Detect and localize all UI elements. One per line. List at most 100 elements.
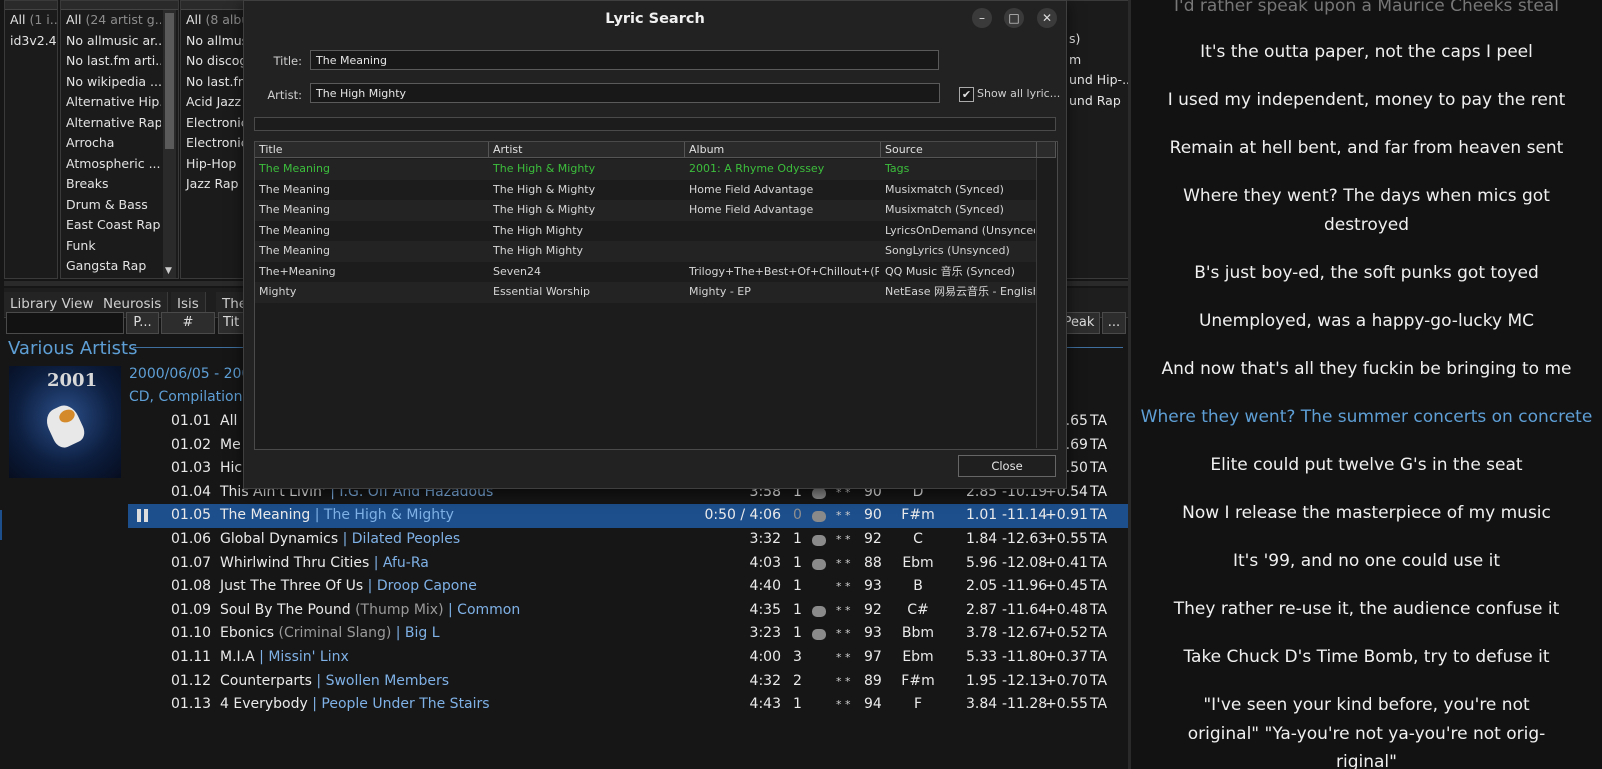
track-row[interactable]: 01.13 4 Everybody | People Under The Stai… bbox=[128, 693, 1128, 717]
album-genre-item[interactable]: Electronic... bbox=[181, 133, 245, 154]
album-genre-item[interactable]: Hip-Hop bbox=[181, 154, 245, 175]
lyric-line[interactable]: Now I release the masterpiece of my musi… bbox=[1131, 499, 1602, 528]
track-artist[interactable]: | Afu-Ra bbox=[374, 555, 429, 571]
album-genre-item[interactable]: No allmus... bbox=[181, 31, 245, 52]
show-all-label[interactable]: Show all lyric... bbox=[977, 87, 1060, 100]
right-filter-header[interactable] bbox=[1064, 1, 1128, 29]
rating-stars[interactable]: * * bbox=[836, 552, 851, 576]
track-row-playing[interactable]: 01.05 The Meaning | The High & Mighty 0:50… bbox=[128, 504, 1128, 528]
album-cover[interactable]: 2001 bbox=[9, 366, 121, 478]
album-genres-header[interactable] bbox=[181, 1, 245, 10]
filter-input[interactable] bbox=[6, 312, 124, 334]
artist-genres-header[interactable] bbox=[61, 1, 178, 10]
lyric-line[interactable]: It's the outta paper, not the caps I pee… bbox=[1131, 38, 1602, 67]
album-genre-item[interactable]: No last.fm... bbox=[181, 72, 245, 93]
id3-item[interactable]: All (1 i... bbox=[5, 10, 57, 31]
result-row[interactable]: The Meaning The High Mighty LyricsOnDemand… bbox=[255, 221, 1036, 242]
lyric-line[interactable]: B's just boy-ed, the soft punks got toye… bbox=[1131, 259, 1602, 288]
result-row[interactable]: The Meaning The High & Mighty Home Field A… bbox=[255, 180, 1036, 201]
column-header-number[interactable]: # bbox=[161, 312, 215, 334]
pause-icon[interactable] bbox=[137, 509, 141, 523]
lyrics-bubble-icon[interactable] bbox=[812, 605, 826, 617]
grid-header-title[interactable]: Title bbox=[255, 142, 489, 158]
artist-input[interactable]: The High Mighty bbox=[310, 83, 940, 103]
album-genre-item[interactable]: All (8 albu... bbox=[181, 10, 245, 31]
lyrics-bubble-icon[interactable] bbox=[812, 487, 826, 499]
right-filter-item[interactable]: und Hip-... bbox=[1064, 70, 1128, 91]
album-genre-item[interactable]: No discog... bbox=[181, 51, 245, 72]
result-row[interactable]: The Meaning The High Mighty SongLyrics (Un… bbox=[255, 241, 1036, 262]
id3-item[interactable]: id3v2.4 bbox=[5, 31, 57, 52]
artist-genre-item[interactable]: Alternative Hip... bbox=[61, 92, 161, 113]
track-artist[interactable]: | Droop Capone bbox=[368, 578, 477, 594]
id3-panel-header[interactable] bbox=[5, 1, 57, 10]
track-row[interactable]: 01.10 Ebonics (Criminal Slang) | Big L 3:2… bbox=[128, 622, 1128, 646]
rating-stars[interactable]: * * bbox=[836, 622, 851, 646]
minimize-icon[interactable]: – bbox=[972, 8, 992, 28]
artist-genre-item[interactable]: Breaks bbox=[61, 174, 161, 195]
track-row[interactable]: 01.11 M.I.A | Missin' Linx 4:00 3 * * 97 Ebm 5.… bbox=[128, 646, 1128, 670]
right-filter-item[interactable]: s) bbox=[1064, 29, 1128, 50]
artist-genre-item[interactable]: No wikipedia ... bbox=[61, 72, 161, 93]
grid-header-source[interactable]: Source bbox=[881, 142, 1037, 158]
rating-stars[interactable]: * * bbox=[836, 670, 851, 694]
rating-stars[interactable]: * * bbox=[836, 528, 851, 552]
artist-genre-item[interactable]: East Coast Rap bbox=[61, 215, 161, 236]
lyric-line[interactable]: Where they went? The days when mics got … bbox=[1131, 182, 1602, 239]
result-row[interactable]: Mighty Essential Worship Mighty - EP NetEas… bbox=[255, 282, 1036, 303]
lyric-line-current[interactable]: Where they went? The summer concerts on … bbox=[1131, 403, 1602, 432]
scroll-down-icon[interactable]: ▼ bbox=[165, 266, 172, 276]
lyrics-bubble-icon[interactable] bbox=[812, 535, 826, 546]
lyric-line[interactable]: It's '99, and no one could use it bbox=[1131, 547, 1602, 576]
grid-header-album[interactable]: Album bbox=[685, 142, 881, 158]
album-genre-item[interactable]: Acid Jazz bbox=[181, 92, 245, 113]
grid-header-artist[interactable]: Artist bbox=[489, 142, 685, 158]
lyric-line[interactable]: Elite could put twelve G's in the seat bbox=[1131, 451, 1602, 480]
right-filter-item[interactable]: und Rap bbox=[1064, 91, 1128, 112]
track-artist[interactable]: | Common bbox=[448, 602, 520, 618]
track-artist[interactable]: | The High & Mighty bbox=[315, 507, 454, 523]
artist-genre-item[interactable]: Atmospheric ... bbox=[61, 154, 161, 175]
track-row[interactable]: 01.12 Counterparts | Swollen Members 4:32 2… bbox=[128, 670, 1128, 694]
artist-genre-item[interactable]: Arrocha bbox=[61, 133, 161, 154]
lyric-line[interactable]: Take Chuck D's Time Bomb, try to defuse … bbox=[1131, 643, 1602, 672]
track-artist[interactable]: | Missin' Linx bbox=[259, 649, 349, 665]
genres-scrollbar[interactable]: ▼ bbox=[163, 10, 176, 278]
track-row[interactable]: 01.08 Just The Three Of Us | Droop Capone… bbox=[128, 575, 1128, 599]
lyrics-bubble-icon[interactable] bbox=[812, 629, 826, 641]
artist-genre-item[interactable]: Gangsta Rap bbox=[61, 256, 161, 277]
lyrics-bubble-icon[interactable] bbox=[812, 558, 826, 570]
track-artist[interactable]: | People Under The Stairs bbox=[312, 696, 489, 712]
close-icon[interactable]: ✕ bbox=[1037, 8, 1057, 28]
lyrics-bubble-icon[interactable] bbox=[812, 511, 826, 523]
rating-stars[interactable]: * * bbox=[836, 693, 851, 717]
maximize-icon[interactable]: □ bbox=[1004, 8, 1024, 28]
result-row[interactable]: The Meaning The High & Mighty Home Field A… bbox=[255, 200, 1036, 221]
dialog-title[interactable]: Lyric Search bbox=[244, 1, 1066, 37]
genres-scroll-thumb[interactable] bbox=[165, 13, 174, 149]
title-input[interactable]: The Meaning bbox=[310, 50, 939, 70]
lyric-line[interactable]: I used my independent, money to pay the … bbox=[1131, 86, 1602, 115]
show-all-checkbox[interactable]: ✔ bbox=[959, 87, 974, 102]
right-filter-item[interactable]: m bbox=[1064, 50, 1128, 71]
artist-genre-item[interactable]: No allmusic ar... bbox=[61, 31, 161, 52]
column-header-more[interactable]: ... bbox=[1102, 312, 1126, 334]
track-row[interactable]: 01.09 Soul By The Pound (Thump Mix) | Com… bbox=[128, 599, 1128, 623]
column-header-p[interactable]: P... bbox=[126, 312, 159, 334]
close-button[interactable]: Close bbox=[958, 455, 1056, 477]
track-row[interactable]: 01.06 Global Dynamics | Dilated Peoples 3:… bbox=[128, 528, 1128, 552]
rating-stars[interactable]: * * bbox=[836, 646, 851, 670]
lyric-line[interactable]: Remain at hell bent, and far from heaven… bbox=[1131, 134, 1602, 163]
rating-stars[interactable]: * * bbox=[836, 504, 851, 528]
artist-genre-item[interactable]: All (24 artist g... bbox=[61, 10, 161, 31]
lyrics-panel[interactable]: I'd rather speak upon a Maurice Cheeks s… bbox=[1131, 0, 1602, 769]
rating-stars[interactable]: * * bbox=[836, 599, 851, 623]
artist-genre-item[interactable]: No last.fm arti... bbox=[61, 51, 161, 72]
track-artist[interactable]: | Dilated Peoples bbox=[343, 531, 461, 547]
result-row[interactable]: The Meaning The High & Mighty 2001: A Rhym… bbox=[255, 159, 1036, 180]
track-artist[interactable]: | Big L bbox=[396, 625, 440, 641]
artist-genre-item[interactable]: Alternative Rap bbox=[61, 113, 161, 134]
album-genre-item[interactable]: Electronic... bbox=[181, 113, 245, 134]
track-artist[interactable]: | Swollen Members bbox=[316, 673, 449, 689]
result-row[interactable]: The+Meaning Seven24 Trilogy+The+Best+Of+Ch… bbox=[255, 262, 1036, 283]
